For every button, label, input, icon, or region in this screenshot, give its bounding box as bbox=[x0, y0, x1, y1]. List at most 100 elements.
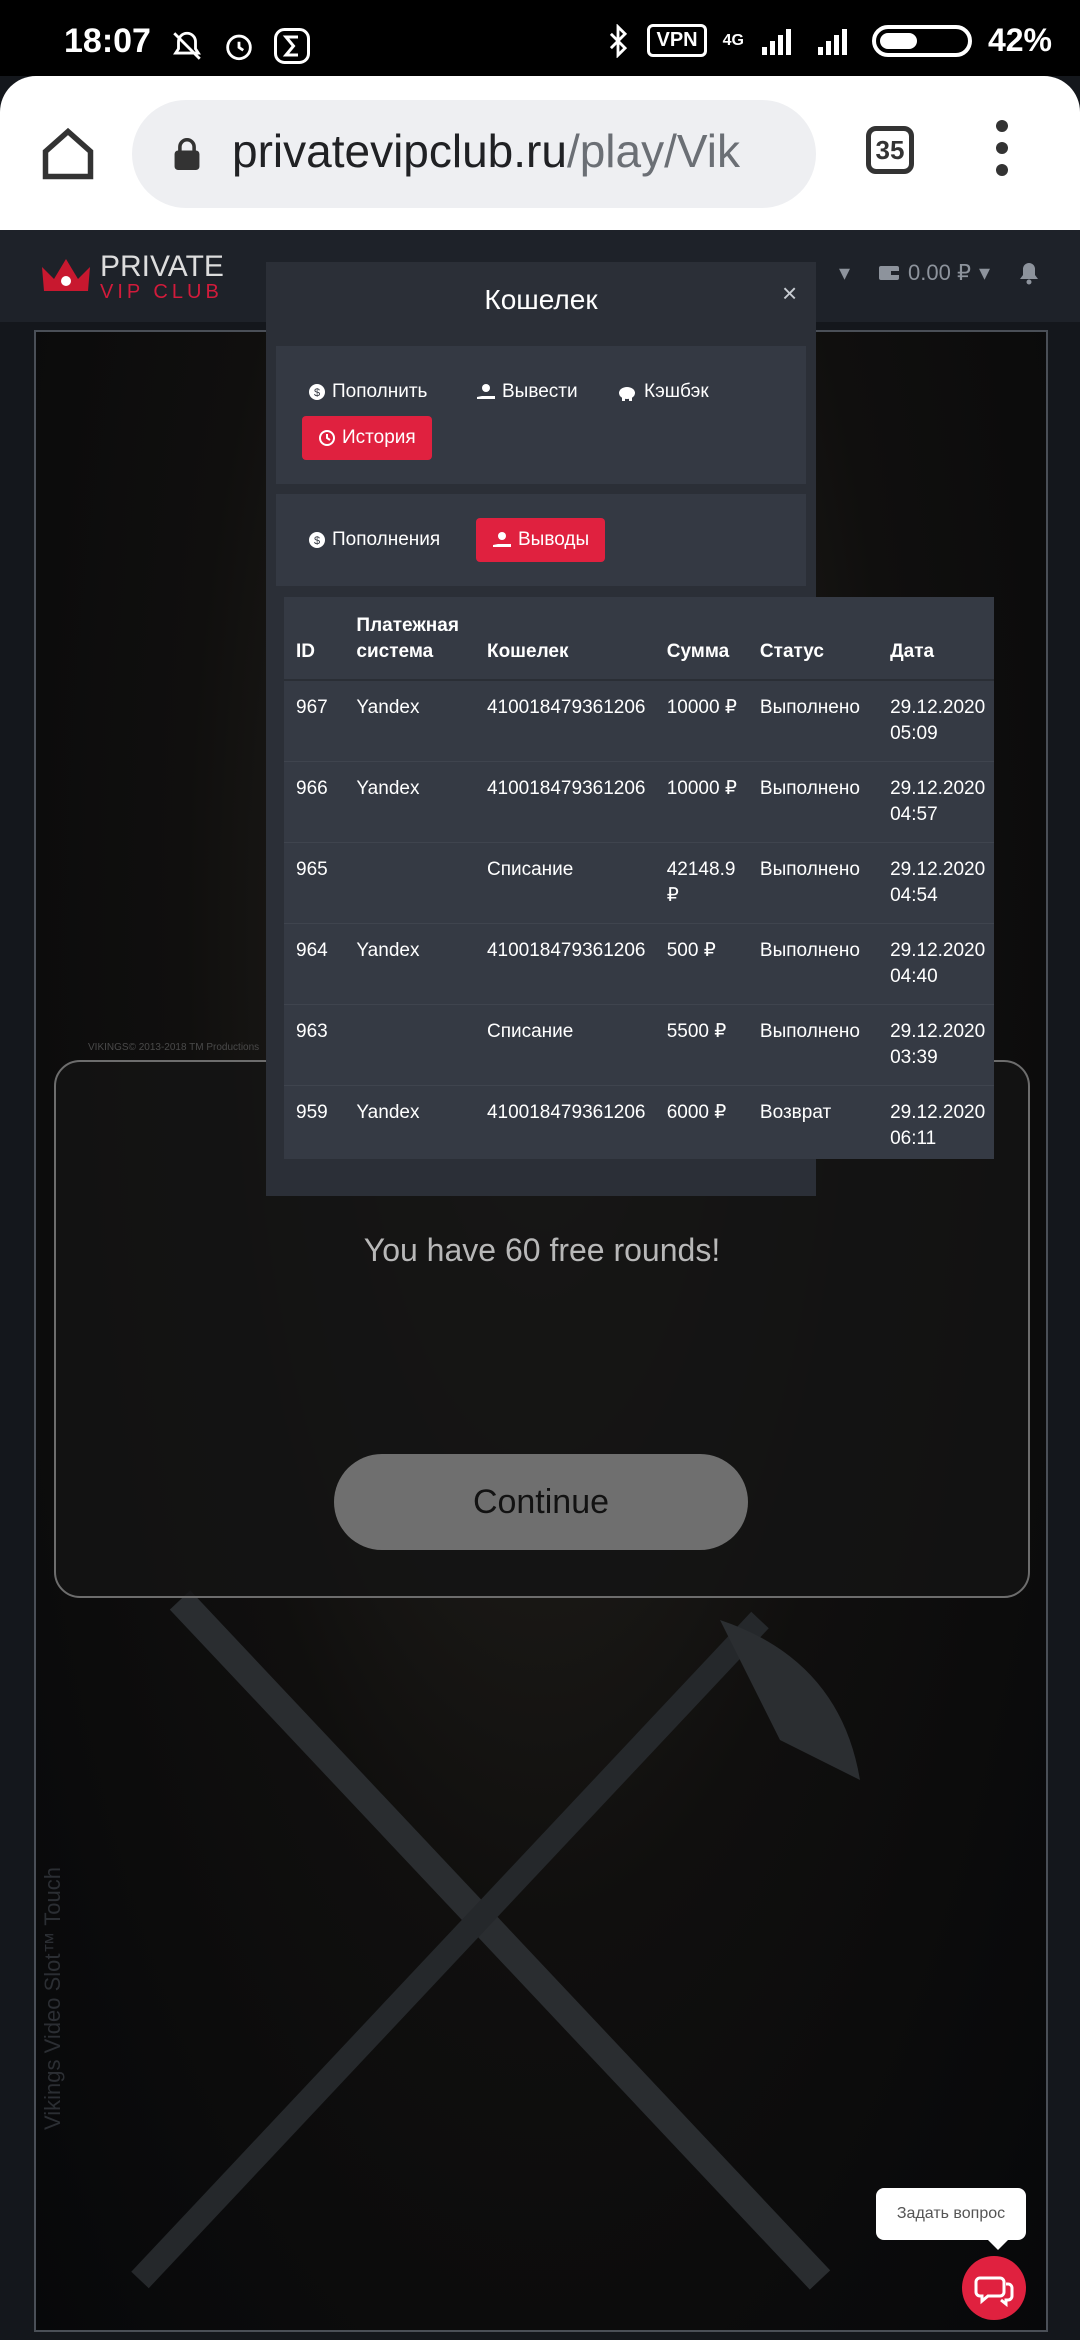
cell-wallet: 410018479361206 bbox=[474, 761, 655, 843]
cell-wallet: Списание bbox=[474, 842, 655, 924]
signal-icon bbox=[761, 28, 791, 55]
address-bar[interactable]: privatevipclub.ru/play/Vik bbox=[132, 100, 816, 208]
tab-history-label: История bbox=[342, 427, 416, 448]
header-amount: Сумма bbox=[654, 597, 748, 681]
logo-line2: VIP CLUB bbox=[100, 281, 223, 303]
balance-amount: 0.00 ₽ bbox=[908, 260, 971, 285]
cell-status: Выполнено bbox=[747, 679, 879, 762]
ask-question-tooltip[interactable]: Задать вопрос bbox=[876, 2188, 1026, 2250]
notification-bell-icon[interactable] bbox=[1018, 261, 1040, 285]
cell-date: 29.12.2020 05:09 bbox=[878, 679, 994, 762]
network-type: 4G bbox=[722, 31, 744, 49]
battery-icon bbox=[871, 24, 972, 57]
balance-chevron-icon: ▾ bbox=[978, 260, 990, 285]
cell-id: 959 bbox=[284, 1085, 345, 1166]
logo-line1: PRIVATE bbox=[100, 250, 224, 283]
history-subtabs: $ Пополнения Выводы bbox=[276, 494, 806, 586]
cell-date: 29.12.2020 04:57 bbox=[878, 761, 994, 843]
cell-status: Выполнено bbox=[747, 923, 879, 1005]
hand-coin-icon bbox=[477, 384, 495, 399]
status-bar: 18:07 VPN 4G 42% bbox=[0, 0, 1080, 76]
wallet-icon bbox=[879, 266, 900, 280]
header-date: Дата bbox=[878, 597, 994, 681]
cell-wallet: 410018479361206 bbox=[474, 923, 655, 1005]
cell-payment-system: Yandex bbox=[344, 679, 475, 762]
vpn-badge: VPN bbox=[647, 24, 707, 57]
subtab-withdrawals[interactable]: Выводы bbox=[476, 518, 606, 562]
hand-coin-icon bbox=[493, 532, 511, 547]
table-row: 959 Yandex 410018479361206 6000 ₽ Возвра… bbox=[284, 1085, 994, 1166]
battery-level: 42% bbox=[987, 22, 1052, 58]
header-actions: ▾ 0.00 ₽ ▾ bbox=[839, 260, 1040, 286]
cell-payment-system bbox=[344, 842, 475, 924]
bluetooth-icon bbox=[610, 23, 628, 58]
cell-date: 29.12.2020 03:39 bbox=[878, 1004, 994, 1086]
wallet-tabs: $ Пополнить Вывести Кэшбэк История bbox=[276, 346, 806, 484]
url-domain: privatevipclub.ru bbox=[232, 125, 567, 177]
cell-id: 966 bbox=[284, 761, 345, 843]
crown-icon bbox=[42, 259, 90, 291]
url-path: /play/Vik bbox=[566, 125, 740, 177]
tab-cashback[interactable]: Кэшбэк bbox=[616, 370, 709, 414]
subtab-withdrawals-label: Выводы bbox=[518, 529, 590, 550]
table-row: 965 Списание 42148.9 ₽ Выполнено 29.12.2… bbox=[284, 842, 994, 924]
cell-date: 29.12.2020 04:54 bbox=[878, 842, 994, 924]
cell-amount: 6000 ₽ bbox=[654, 1085, 748, 1166]
cell-amount: 500 ₽ bbox=[654, 923, 748, 1005]
history-icon bbox=[319, 430, 335, 446]
user-dropdown-chevron-icon[interactable]: ▾ bbox=[839, 260, 850, 286]
free-rounds-text: You have 60 free rounds! bbox=[363, 1232, 721, 1268]
close-icon[interactable]: × bbox=[782, 278, 797, 309]
cell-status: Выполнено bbox=[747, 761, 879, 843]
cell-amount: 10000 ₽ bbox=[654, 679, 748, 762]
tab-history[interactable]: История bbox=[302, 416, 432, 460]
bell-muted-icon bbox=[173, 31, 201, 60]
cell-id: 963 bbox=[284, 1004, 345, 1086]
svg-text:$: $ bbox=[314, 535, 320, 547]
cell-id: 967 bbox=[284, 679, 345, 762]
header-status: Статус bbox=[747, 597, 879, 681]
table-row: 964 Yandex 410018479361206 500 ₽ Выполне… bbox=[284, 923, 994, 1005]
tab-deposit[interactable]: $ Пополнить bbox=[308, 370, 427, 414]
cell-status: Выполнено bbox=[747, 1004, 879, 1086]
subtab-deposits[interactable]: $ Пополнения bbox=[308, 518, 440, 562]
cell-payment-system: Yandex bbox=[344, 761, 475, 843]
browser-toolbar: privatevipclub.ru/play/Vik 35 bbox=[0, 76, 1080, 230]
coin-icon: $ bbox=[309, 384, 325, 400]
cell-wallet: Списание bbox=[474, 1004, 655, 1086]
header-id: ID bbox=[284, 597, 345, 681]
cell-amount: 42148.9 ₽ bbox=[654, 842, 748, 924]
overflow-menu-icon[interactable] bbox=[996, 120, 1010, 186]
status-left-icons bbox=[170, 28, 310, 64]
wallet-balance-button[interactable]: 0.00 ₽ ▾ bbox=[878, 260, 990, 286]
withdrawals-table: ID Платежная система Кошелек Сумма Стату… bbox=[284, 597, 994, 1166]
modal-title: Кошелек bbox=[484, 284, 598, 315]
table-row: 963 Списание 5500 ₽ Выполнено 29.12.2020… bbox=[284, 1004, 994, 1086]
continue-button[interactable]: Continue bbox=[334, 1454, 748, 1550]
site-logo[interactable]: PRIVATE VIP CLUB bbox=[40, 252, 224, 302]
tab-withdraw-label: Вывести bbox=[502, 381, 578, 402]
cell-payment-system bbox=[344, 1004, 475, 1086]
cell-status: Выполнено bbox=[747, 842, 879, 924]
piggy-bank-icon bbox=[619, 387, 635, 401]
tab-switcher-button[interactable]: 35 bbox=[866, 126, 914, 174]
cell-amount: 10000 ₽ bbox=[654, 761, 748, 843]
cell-amount: 5500 ₽ bbox=[654, 1004, 748, 1086]
cell-date: 29.12.2020 04:40 bbox=[878, 923, 994, 1005]
home-icon[interactable] bbox=[38, 124, 98, 184]
status-time: 18:07 bbox=[64, 22, 151, 60]
url-text[interactable]: privatevipclub.ru/play/Vik bbox=[232, 124, 802, 178]
table-header-row: ID Платежная система Кошелек Сумма Стату… bbox=[284, 597, 994, 681]
status-right-icons: VPN 4G 42% bbox=[605, 22, 1052, 59]
sigma-app-icon bbox=[274, 28, 310, 64]
game-copyright: VIKINGS© 2013-2018 TM Productions bbox=[88, 1042, 260, 1053]
chat-button[interactable] bbox=[962, 2256, 1026, 2320]
cell-status: Возврат bbox=[747, 1085, 879, 1166]
cell-date: 29.12.2020 06:11 bbox=[878, 1085, 994, 1166]
tab-cashback-label: Кэшбэк bbox=[644, 381, 709, 402]
cell-id: 964 bbox=[284, 923, 345, 1005]
tab-deposit-label: Пополнить bbox=[332, 381, 428, 402]
tab-withdraw[interactable]: Вывести bbox=[476, 370, 578, 414]
header-payment-system: Платежная система bbox=[344, 597, 475, 681]
cell-payment-system: Yandex bbox=[344, 923, 475, 1005]
